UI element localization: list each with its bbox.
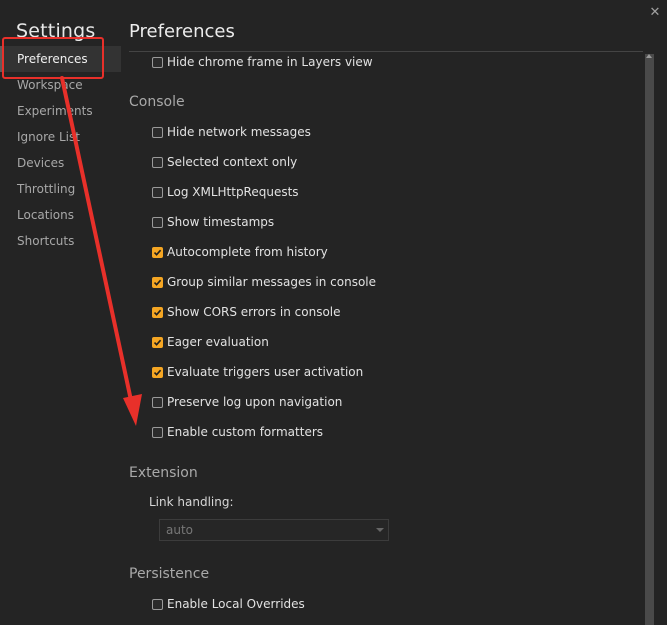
checkbox-label: Group similar messages in console [167,275,376,289]
section-title-extension: Extension [129,465,198,481]
checkbox-show-timestamps[interactable]: Show timestamps [152,212,274,232]
checkbox-enable-local-overrides[interactable]: Enable Local Overrides [152,594,305,614]
checkbox-label: Enable Local Overrides [167,597,305,611]
checkbox-box-checked[interactable] [152,306,163,318]
checkbox-box-checked[interactable] [152,336,163,348]
checkbox-autocomplete-history[interactable]: Autocomplete from history [152,242,328,262]
scroll-up-icon[interactable] [646,54,652,58]
checkbox-label: Preserve log upon navigation [167,395,343,409]
sidebar-item-devices[interactable]: Devices [0,150,121,176]
page-title: Preferences [129,21,235,42]
sidebar-item-experiments[interactable]: Experiments [0,98,121,124]
checkmark-icon [153,279,162,286]
checkbox-box[interactable] [152,186,163,198]
checkbox-label: Hide network messages [167,125,311,139]
sidebar-item-ignore-list[interactable]: Ignore List [0,124,121,150]
settings-sidebar: Settings Preferences Workspace Experimen… [0,0,121,625]
checkbox-selected-context-only[interactable]: Selected context only [152,152,297,172]
checkbox-label: Hide chrome frame in Layers view [167,55,373,69]
checkbox-hide-network-messages[interactable]: Hide network messages [152,122,311,142]
checkbox-evaluate-triggers-activation[interactable]: Evaluate triggers user activation [152,362,363,382]
checkmark-icon [153,309,162,316]
checkbox-box-checked[interactable] [152,276,163,288]
checkbox-box[interactable] [152,216,163,228]
preferences-content: Hide chrome frame in Layers view Console… [129,52,639,625]
checkbox-hide-chrome-frame[interactable]: Hide chrome frame in Layers view [152,52,373,72]
checkbox-box[interactable] [152,156,163,168]
sidebar-item-locations[interactable]: Locations [0,202,121,228]
checkbox-label: Enable custom formatters [167,425,324,439]
sidebar-title: Settings [16,20,96,42]
settings-window: Settings Preferences Workspace Experimen… [0,0,667,625]
checkbox-box-checked[interactable] [152,366,163,378]
checkbox-label: Autocomplete from history [167,245,328,259]
checkbox-label: Show timestamps [167,215,275,229]
select-value: auto [166,523,194,537]
sidebar-item-preferences[interactable]: Preferences [0,46,121,72]
checkbox-log-xmlhttprequests[interactable]: Log XMLHttpRequests [152,182,299,202]
scrollbar-thumb[interactable] [645,54,654,625]
checkbox-box[interactable] [152,56,163,68]
close-icon[interactable]: ✕ [648,6,662,20]
sidebar-item-shortcuts[interactable]: Shortcuts [0,228,121,254]
checkbox-label: Eager evaluation [167,335,269,349]
checkmark-icon [153,339,162,346]
checkbox-label: Selected context only [167,155,298,169]
checkbox-box[interactable] [152,426,163,438]
checkbox-label: Evaluate triggers user activation [167,365,364,379]
checkbox-enable-custom-formatters[interactable]: Enable custom formatters [152,422,323,442]
checkbox-label: Show CORS errors in console [167,305,341,319]
checkbox-preserve-log[interactable]: Preserve log upon navigation [152,392,342,412]
section-title-console: Console [129,94,185,110]
link-handling-select[interactable]: auto [159,519,389,541]
checkbox-box-checked[interactable] [152,246,163,258]
sidebar-item-workspace[interactable]: Workspace [0,72,121,98]
chevron-down-icon [376,528,384,532]
checkbox-group-similar-messages[interactable]: Group similar messages in console [152,272,376,292]
checkbox-label: Log XMLHttpRequests [167,185,299,199]
link-handling-label: Link handling: [149,495,234,509]
checkbox-eager-evaluation[interactable]: Eager evaluation [152,332,269,352]
checkmark-icon [153,249,162,256]
section-title-persistence: Persistence [129,566,210,582]
sidebar-item-throttling[interactable]: Throttling [0,176,121,202]
checkbox-box[interactable] [152,396,163,408]
checkmark-icon [153,369,162,376]
checkbox-box[interactable] [152,126,163,138]
checkbox-box[interactable] [152,598,163,610]
checkbox-show-cors-errors[interactable]: Show CORS errors in console [152,302,341,322]
